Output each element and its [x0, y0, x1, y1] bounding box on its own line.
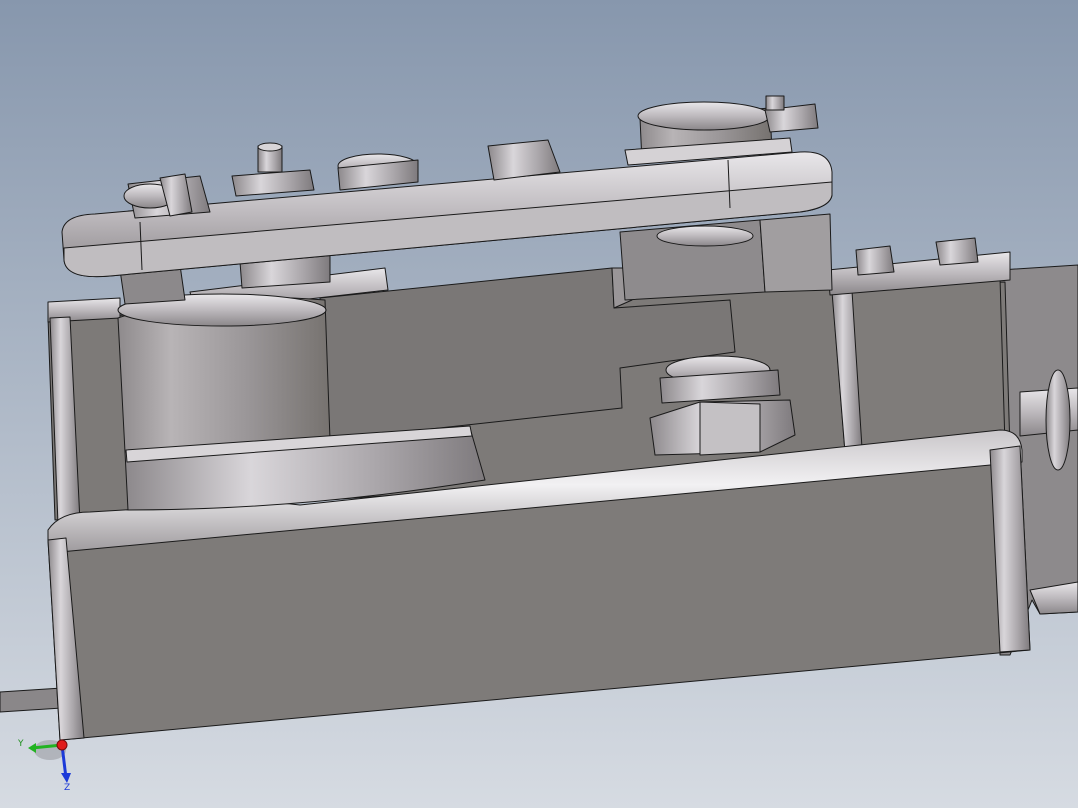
cad-model-canvas[interactable]: Y Z: [0, 0, 1078, 808]
hex-nut-small-2[interactable]: [935, 237, 979, 266]
spacer-disc[interactable]: [656, 225, 754, 247]
triad-z-label: Z: [64, 783, 70, 793]
small-stud-right[interactable]: [765, 95, 785, 111]
large-top-cylinder-cap[interactable]: [637, 101, 771, 131]
hex-nut-small-1[interactable]: [855, 245, 895, 276]
triad-y-label: Y: [17, 739, 24, 749]
support-block-right-face[interactable]: [759, 213, 833, 293]
threaded-stud-top[interactable]: [257, 142, 283, 152]
right-shaft-washer[interactable]: [1045, 369, 1071, 471]
cad-graphics-viewport[interactable]: Y Z: [0, 0, 1078, 808]
left-mounting-tab[interactable]: [0, 687, 63, 713]
hex-nut-facet[interactable]: [699, 401, 761, 456]
triad-x-axis-point: [56, 739, 68, 751]
